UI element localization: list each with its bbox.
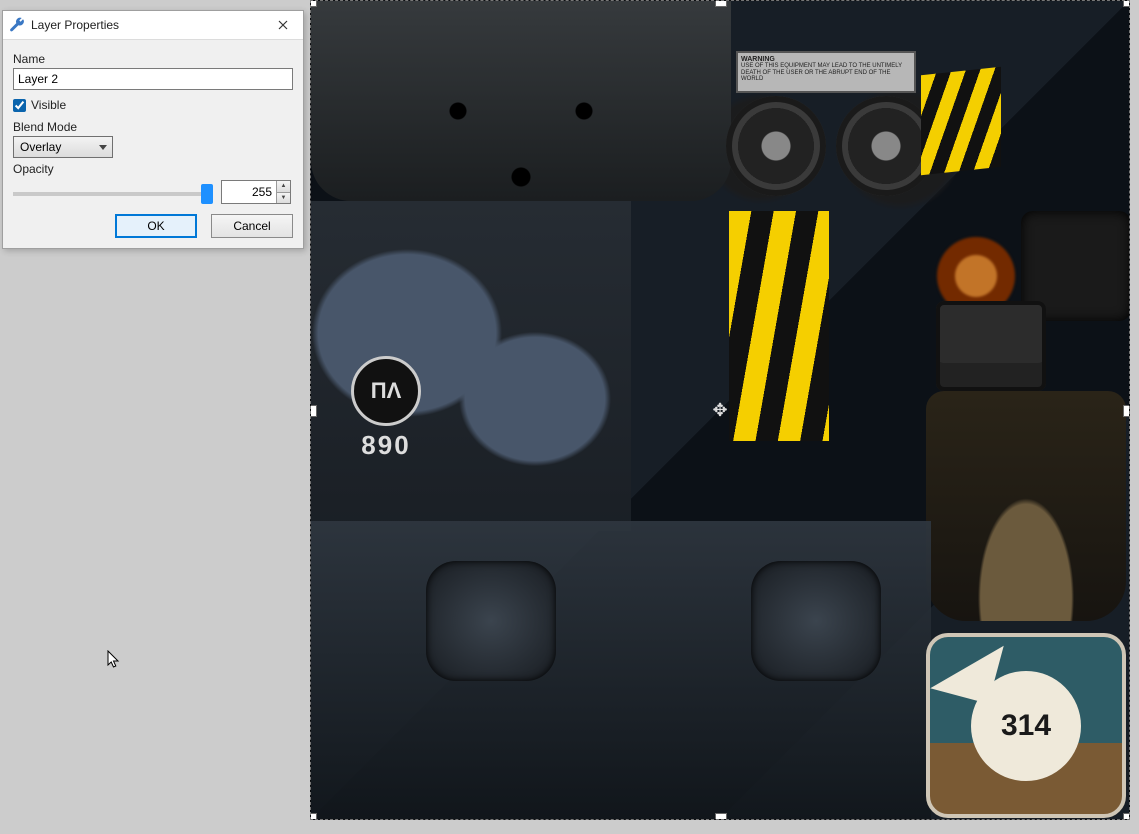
texture-shoulder-patch: 314 xyxy=(926,633,1126,818)
warning-title: WARNING xyxy=(741,56,911,63)
dialog-button-row: OK Cancel xyxy=(13,214,293,238)
spinner-up-button[interactable]: ▲ xyxy=(276,181,290,193)
dialog-titlebar[interactable]: Layer Properties xyxy=(3,11,303,40)
selection-handle[interactable] xyxy=(715,813,727,820)
dialog-title: Layer Properties xyxy=(31,18,267,32)
visible-checkbox[interactable] xyxy=(13,99,26,112)
opacity-value-input[interactable] xyxy=(222,181,276,203)
dialog-body: Name Visible Blend Mode NormalMultiplyAd… xyxy=(3,40,303,248)
texture-grill xyxy=(311,1,731,201)
spinner-down-button[interactable]: ▼ xyxy=(276,193,290,204)
texture-hazard-stripes xyxy=(729,211,829,441)
badge-glyph: ΠΛ xyxy=(351,356,421,426)
warning-text: USE OF THIS EQUIPMENT MAY LEAD TO THE UN… xyxy=(741,63,902,82)
opacity-spinner[interactable]: ▲ ▼ xyxy=(221,180,291,204)
texture-pad xyxy=(426,561,556,681)
selection-handle[interactable] xyxy=(1123,405,1130,417)
cancel-button[interactable]: Cancel xyxy=(211,214,293,238)
texture-boot xyxy=(926,391,1126,621)
blend-mode-label: Blend Mode xyxy=(13,120,293,134)
badge-number: 890 xyxy=(346,430,426,461)
opacity-slider[interactable] xyxy=(13,192,213,196)
visible-row[interactable]: Visible xyxy=(13,98,293,112)
image-canvas[interactable]: WARNING USE OF THIS EQUIPMENT MAY LEAD T… xyxy=(310,0,1130,820)
selection-center-icon: ✥ xyxy=(711,401,729,419)
selection-handle[interactable] xyxy=(1123,813,1130,820)
texture-pad xyxy=(751,561,881,681)
wrench-icon xyxy=(9,17,25,33)
selection-handle[interactable] xyxy=(310,0,317,7)
texture-warning-plate: WARNING USE OF THIS EQUIPMENT MAY LEAD T… xyxy=(736,51,916,93)
patch-number: 314 xyxy=(971,671,1081,781)
texture-unit-badge: ΠΛ 890 xyxy=(346,356,426,466)
selection-handle[interactable] xyxy=(1123,0,1130,7)
close-icon xyxy=(278,20,288,30)
texture-pouch xyxy=(936,301,1046,391)
texture-hazard-stripes xyxy=(921,67,1001,175)
layer-properties-dialog: Layer Properties Name Visible Blend Mode… xyxy=(2,10,304,249)
selection-handle[interactable] xyxy=(310,813,317,820)
opacity-label: Opacity xyxy=(13,162,293,176)
texture-wheel xyxy=(726,96,826,196)
blend-mode-combo[interactable]: NormalMultiplyAdditiveOverlayScreenDarke… xyxy=(13,136,113,158)
name-label: Name xyxy=(13,52,293,66)
selection-handle[interactable] xyxy=(310,405,317,417)
selection-handle[interactable] xyxy=(715,0,727,7)
ok-button[interactable]: OK xyxy=(115,214,197,238)
name-input[interactable] xyxy=(13,68,293,90)
mouse-cursor-icon xyxy=(107,650,121,670)
visible-label: Visible xyxy=(31,98,66,112)
opacity-row: ▲ ▼ xyxy=(13,180,293,204)
close-button[interactable] xyxy=(267,14,299,36)
blend-mode-combo-wrap: NormalMultiplyAdditiveOverlayScreenDarke… xyxy=(13,136,113,158)
